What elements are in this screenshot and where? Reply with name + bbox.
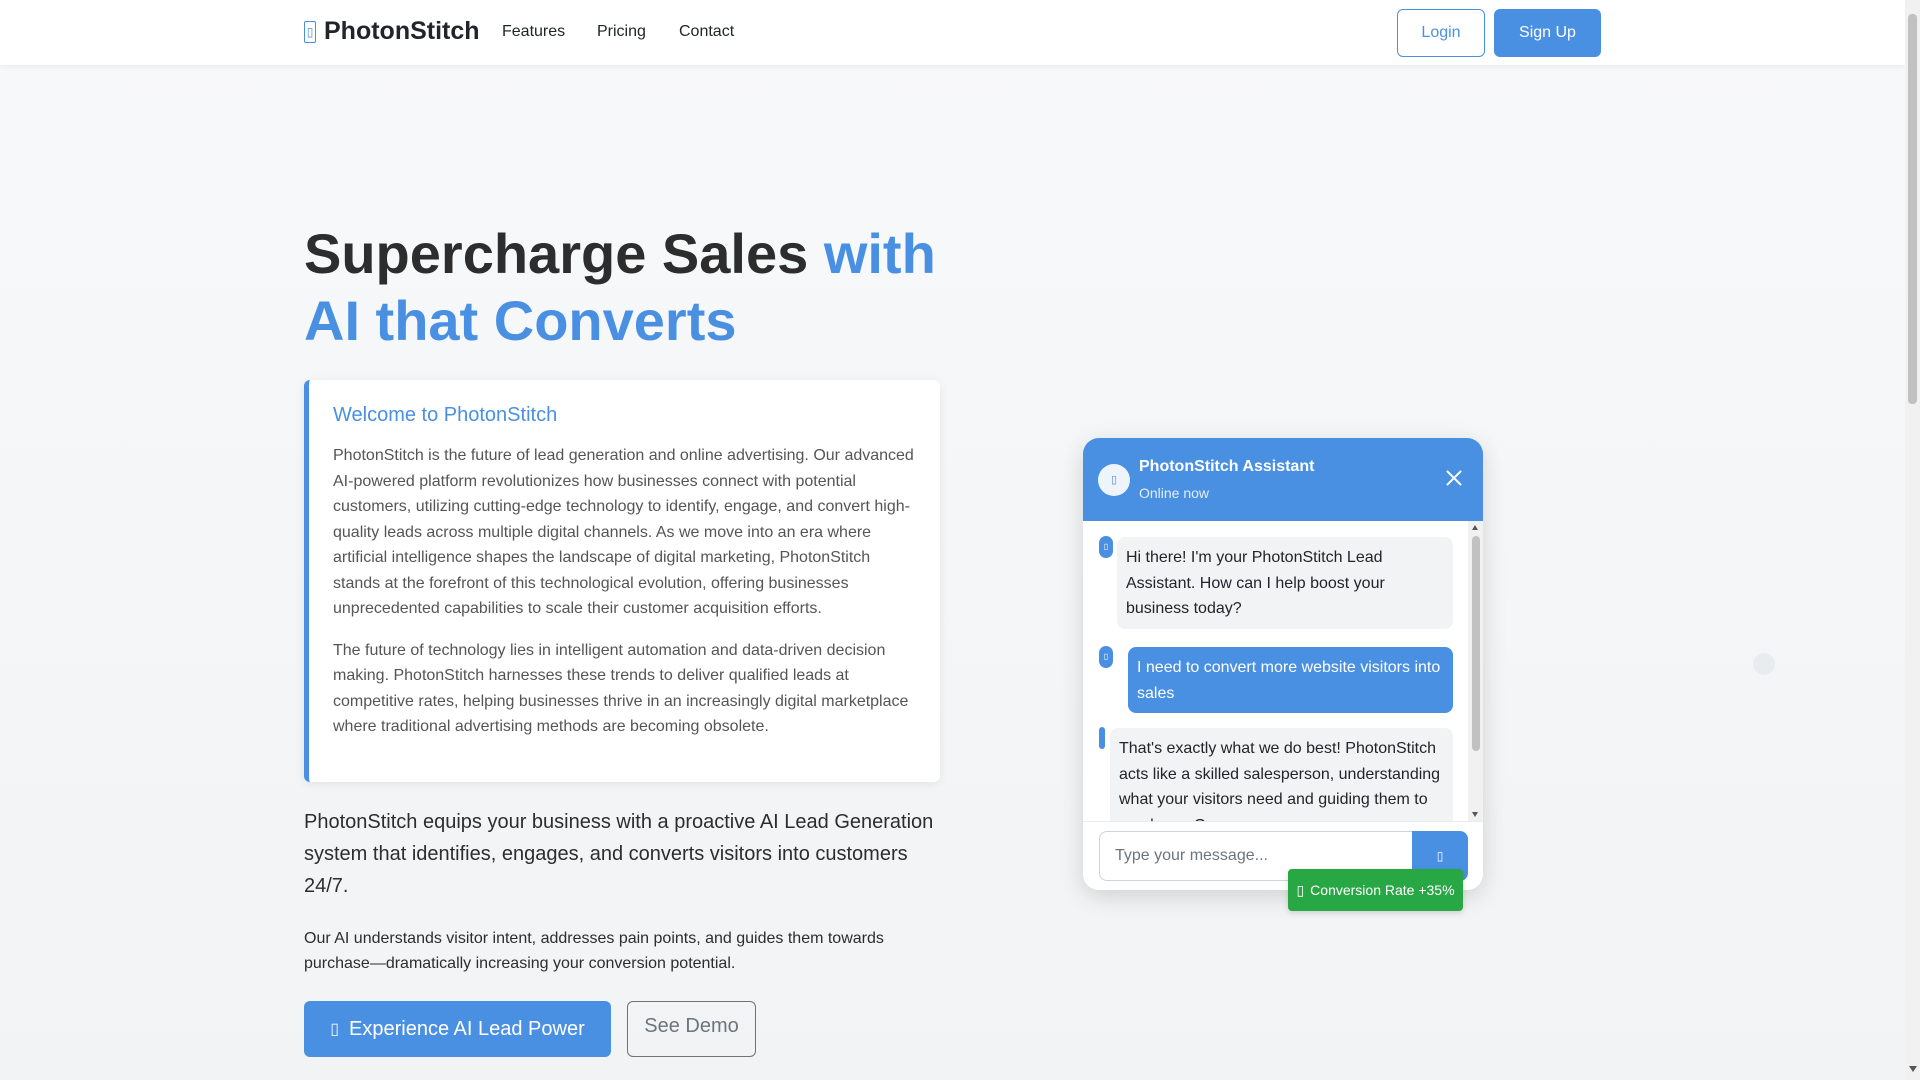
bot-message: Hi there! I'm your PhotonStitch Lead Ass… <box>1117 537 1453 629</box>
welcome-card: Welcome to PhotonStitch PhotonStitch is … <box>304 380 940 782</box>
welcome-paragraph: PhotonStitch is the future of lead gener… <box>333 447 914 617</box>
assistant-avatar-icon: ▯ <box>1098 464 1130 496</box>
conversion-rate-label: Conversion Rate +35% <box>1310 882 1455 898</box>
experience-ai-button[interactable]: ▯ Experience AI Lead Power <box>304 1001 611 1057</box>
scroll-down-arrow-icon[interactable] <box>1909 1066 1917 1072</box>
experience-ai-label: Experience AI Lead Power <box>349 1017 585 1040</box>
bot-avatar-icon: ▯ <box>1099 536 1113 558</box>
scroll-down-arrow-icon[interactable] <box>1472 812 1478 817</box>
page-scrollbar-thumb[interactable] <box>1908 14 1917 404</box>
hero-title-main: Supercharge Sales <box>304 222 809 285</box>
conversion-rate-badge: ▯ Conversion Rate +35% <box>1288 869 1463 911</box>
brand-name: PhotonStitch <box>324 17 480 45</box>
chat-scrollbar[interactable] <box>1468 521 1483 821</box>
user-avatar-icon: ▯ <box>1099 646 1113 668</box>
top-navbar: ▯ PhotonStitch Features Pricing Contact … <box>0 0 1905 65</box>
nav-link-pricing[interactable]: Pricing <box>597 23 646 41</box>
scroll-up-arrow-icon[interactable] <box>1472 525 1478 530</box>
decorative-dot <box>1753 653 1775 675</box>
see-demo-button[interactable]: See Demo <box>627 1001 756 1057</box>
chart-line-icon: ▯ <box>1296 881 1305 898</box>
lead-paragraph: PhotonStitch equips your business with a… <box>304 811 934 897</box>
nav-link-features[interactable]: Features <box>502 23 565 41</box>
user-message: I need to convert more website visitors … <box>1128 647 1453 713</box>
nav-link-contact[interactable]: Contact <box>679 23 734 41</box>
paper-plane-icon: ▯ <box>1436 849 1444 863</box>
brand-logo[interactable]: ▯ PhotonStitch <box>304 17 480 46</box>
bot-message: That's exactly what we do best! PhotonSt… <box>1110 728 1453 821</box>
robot-icon: ▯ <box>330 1021 340 1038</box>
chat-widget: ▯ PhotonStitch Assistant Online now ▯ Hi… <box>1083 438 1483 890</box>
chat-messages[interactable]: ▯ Hi there! I'm your PhotonStitch Lead A… <box>1083 521 1483 821</box>
chat-scrollbar-thumb[interactable] <box>1472 536 1480 751</box>
welcome-paragraph: The future of technology lies in intelli… <box>333 641 909 736</box>
signup-button[interactable]: Sign Up <box>1494 9 1601 57</box>
rocket-icon: ▯ <box>304 20 316 43</box>
welcome-title: Welcome to PhotonStitch <box>333 404 558 426</box>
page-scrollbar[interactable] <box>1905 0 1920 1080</box>
sub-paragraph: Our AI understands visitor intent, addre… <box>304 930 884 972</box>
hero-title: Supercharge Sales with AI that Converts <box>304 220 964 354</box>
close-icon[interactable] <box>1445 469 1463 487</box>
login-button[interactable]: Login <box>1397 9 1485 57</box>
chat-status: Online now <box>1139 485 1210 501</box>
chat-assistant-name: PhotonStitch Assistant <box>1139 458 1315 475</box>
chat-header: ▯ PhotonStitch Assistant Online now <box>1083 438 1483 521</box>
bot-avatar-icon <box>1099 727 1105 749</box>
